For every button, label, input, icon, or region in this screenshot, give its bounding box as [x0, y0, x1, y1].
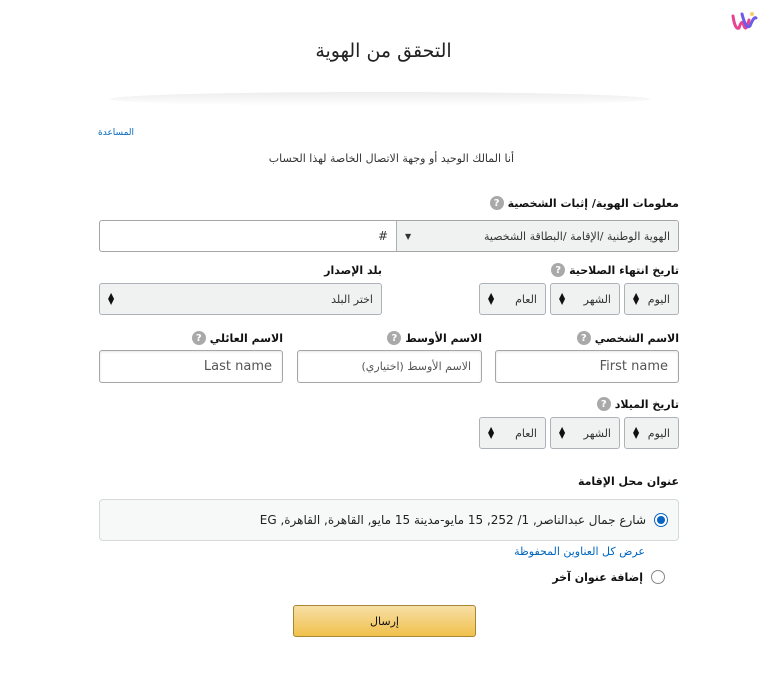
- identity-field-group: الهوية الوطنية /الإقامة /البطاقة الشخصية…: [99, 220, 679, 252]
- birth-date-label-row: تاريخ الميلاد ?: [596, 397, 679, 411]
- birth-day-value: اليوم: [647, 426, 670, 440]
- help-question-icon[interactable]: ?: [387, 331, 402, 345]
- select-arrows-icon: ▲ ▼: [488, 291, 495, 306]
- expiry-day-value: اليوم: [647, 292, 670, 306]
- select-arrows-icon: ▲ ▼: [559, 425, 566, 440]
- expiry-label-row: تاريخ انتهاء الصلاحية ?: [551, 263, 679, 277]
- issuing-country-label-row: بلد الإصدار: [324, 264, 382, 277]
- help-question-icon[interactable]: ?: [551, 263, 566, 277]
- saved-address-text: شارع جمال عبدالناصر, 1/ 252, 15 مايو-مدي…: [259, 513, 646, 527]
- middle-name-placeholder: الاسم الأوسط (اختياري): [361, 360, 471, 373]
- issuing-country-value: اختر البلد: [331, 292, 373, 306]
- help-question-icon[interactable]: ?: [191, 331, 206, 345]
- middle-name-label-row: الاسم الأوسط ?: [387, 331, 482, 345]
- birth-year-value: العام: [515, 426, 537, 440]
- select-arrows-icon: ▲ ▼: [633, 291, 640, 306]
- select-arrows-icon: ▲ ▼: [488, 425, 495, 440]
- first-name-input[interactable]: First name: [495, 350, 679, 383]
- address-label-row: عنوان محل الإقامة: [578, 475, 679, 488]
- document-type-value: الهوية الوطنية /الإقامة /البطاقة الشخصية: [484, 229, 670, 243]
- middle-name-label: الاسم الأوسط: [405, 331, 482, 345]
- submit-button[interactable]: إرسال: [293, 605, 476, 637]
- first-name-label: الاسم الشخصي: [594, 331, 679, 345]
- last-name-input[interactable]: Last name: [99, 350, 283, 383]
- add-address-radio[interactable]: [651, 570, 665, 584]
- birth-date-label: تاريخ الميلاد: [614, 397, 679, 411]
- last-name-label-row: الاسم العائلي ?: [191, 331, 283, 345]
- first-name-label-row: الاسم الشخصي ?: [576, 331, 679, 345]
- first-name-placeholder: First name: [599, 359, 668, 374]
- identity-label: معلومات الهوية/ إثبات الشخصية: [507, 196, 679, 210]
- view-all-addresses-link[interactable]: عرض كل العناوين المحفوظة: [514, 545, 645, 558]
- document-number-placeholder: #: [377, 229, 388, 243]
- header-divider: [110, 92, 650, 106]
- expiry-year-select[interactable]: العام ▲ ▼: [479, 283, 546, 315]
- saved-address-option[interactable]: شارع جمال عبدالناصر, 1/ 252, 15 مايو-مدي…: [99, 499, 679, 541]
- saved-address-radio[interactable]: [654, 513, 668, 527]
- birth-month-value: الشهر: [583, 426, 611, 440]
- document-type-select[interactable]: الهوية الوطنية /الإقامة /البطاقة الشخصية…: [396, 221, 678, 251]
- birth-month-select[interactable]: الشهر ▲ ▼: [550, 417, 620, 449]
- identity-label-row: معلومات الهوية/ إثبات الشخصية ?: [489, 196, 679, 210]
- expiry-label: تاريخ انتهاء الصلاحية: [569, 263, 679, 277]
- help-question-icon[interactable]: ?: [489, 196, 504, 210]
- expiry-month-select[interactable]: الشهر ▲ ▼: [550, 283, 620, 315]
- expiry-year-value: العام: [515, 292, 537, 306]
- birth-year-select[interactable]: العام ▲ ▼: [479, 417, 546, 449]
- issuing-country-label: بلد الإصدار: [324, 264, 382, 277]
- help-link[interactable]: المساعدة: [98, 128, 134, 138]
- add-address-label: إضافة عنوان آخر: [552, 570, 643, 584]
- sole-owner-statement: أنا المالك الوحيد أو وجهة الاتصال الخاصة…: [268, 152, 514, 165]
- issuing-country-select[interactable]: اختر البلد ▲ ▼: [99, 283, 382, 315]
- select-arrows-icon: ▲ ▼: [559, 291, 566, 306]
- middle-name-input[interactable]: الاسم الأوسط (اختياري): [297, 350, 482, 383]
- birth-day-select[interactable]: اليوم ▲ ▼: [624, 417, 679, 449]
- help-question-icon[interactable]: ?: [576, 331, 591, 345]
- last-name-label: الاسم العائلي: [209, 331, 283, 345]
- expiry-month-value: الشهر: [583, 292, 611, 306]
- add-address-option[interactable]: إضافة عنوان آخر: [552, 570, 665, 584]
- chevron-down-icon: ▼: [405, 231, 412, 241]
- address-label: عنوان محل الإقامة: [577, 475, 679, 488]
- last-name-placeholder: Last name: [203, 359, 272, 374]
- brand-logo-icon: [730, 8, 758, 36]
- help-question-icon[interactable]: ?: [596, 397, 611, 411]
- expiry-day-select[interactable]: اليوم ▲ ▼: [624, 283, 679, 315]
- document-number-input[interactable]: #: [100, 221, 396, 251]
- select-arrows-icon: ▲ ▼: [633, 425, 640, 440]
- select-arrows-icon: ▲ ▼: [108, 291, 115, 306]
- page-title: التحقق من الهوية: [315, 40, 452, 62]
